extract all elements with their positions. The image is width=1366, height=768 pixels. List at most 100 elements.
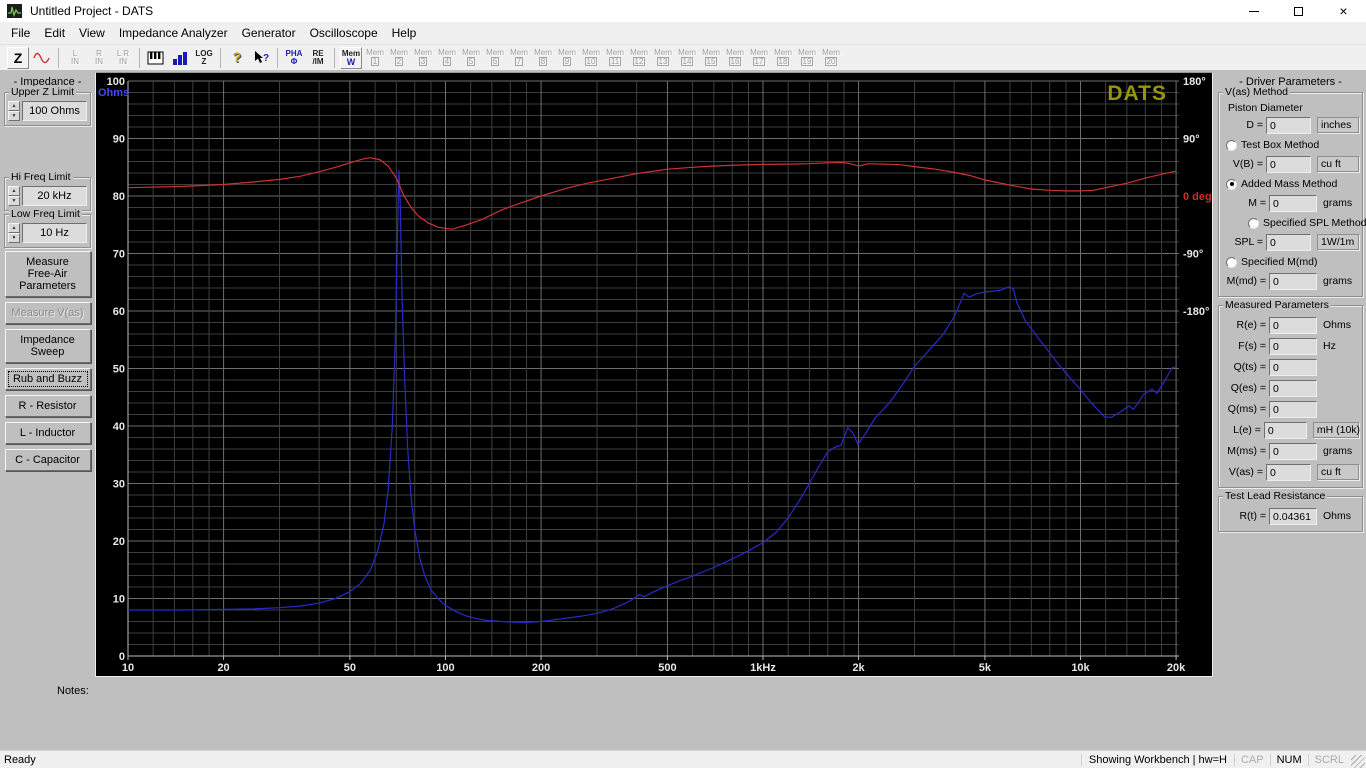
- specified-spl-method-radio[interactable]: Specified SPL Method: [1248, 215, 1359, 231]
- mem-16-button[interactable]: Mem16: [724, 47, 746, 69]
- mms-field[interactable]: 0: [1269, 443, 1317, 460]
- menu-impedance-analyzer[interactable]: Impedance Analyzer: [112, 23, 235, 43]
- memory-waveform-button[interactable]: MemW: [340, 47, 362, 69]
- help-button[interactable]: ?: [226, 47, 248, 69]
- low-freq-limit-spin-down[interactable]: ▼: [8, 233, 20, 243]
- mmd-field-unit: grams: [1323, 275, 1352, 287]
- qes-field[interactable]: 0: [1269, 380, 1317, 397]
- generator-sine-icon[interactable]: [31, 47, 53, 69]
- added-mass-method-radio[interactable]: Added Mass Method: [1226, 176, 1359, 192]
- l-inductor-button[interactable]: L - Inductor: [5, 422, 91, 444]
- mem-14-button[interactable]: Mem14: [676, 47, 698, 69]
- mem-4-button[interactable]: Mem4: [436, 47, 458, 69]
- toolbar-separator: [58, 48, 59, 68]
- mem-17-button[interactable]: Mem17: [748, 47, 770, 69]
- upper-z-limit-spin-down[interactable]: ▼: [8, 111, 20, 121]
- tone-piano-button[interactable]: [145, 47, 167, 69]
- menu-file[interactable]: File: [4, 23, 37, 43]
- menu-help[interactable]: Help: [385, 23, 424, 43]
- impedance-sweep-button[interactable]: Impedance Sweep: [5, 329, 91, 363]
- left-input-button[interactable]: LIN: [64, 47, 86, 69]
- vas-field[interactable]: 0: [1266, 464, 1311, 481]
- toolbar-separator: [334, 48, 335, 68]
- phase-axis-tick: 180°: [1183, 76, 1206, 88]
- hi-freq-limit-value[interactable]: 20 kHz: [22, 186, 87, 206]
- mem-11-button[interactable]: Mem11: [604, 47, 626, 69]
- menu-edit[interactable]: Edit: [37, 23, 72, 43]
- upper-z-limit-spin-up[interactable]: ▲: [8, 101, 20, 111]
- added-mass-field[interactable]: 0: [1269, 195, 1317, 212]
- x-axis-tick: 5k: [979, 662, 992, 674]
- measure-vas-button[interactable]: Measure V(as): [5, 302, 91, 324]
- piston-diameter-field[interactable]: 0: [1266, 117, 1311, 134]
- maximize-button[interactable]: [1276, 0, 1321, 22]
- chart-svg: 0102030405060708090100Ohms10205010020050…: [96, 73, 1212, 676]
- re-field[interactable]: 0: [1269, 317, 1317, 334]
- mem-18-button[interactable]: Mem18: [772, 47, 794, 69]
- close-icon: ×: [1339, 4, 1347, 18]
- y-axis-tick: 40: [113, 421, 125, 433]
- context-help-button[interactable]: ?: [250, 47, 272, 69]
- mem-13-button[interactable]: Mem13: [652, 47, 674, 69]
- spl-field[interactable]: 0: [1266, 234, 1311, 251]
- resize-grip[interactable]: [1351, 755, 1365, 768]
- low-freq-limit-value[interactable]: 10 Hz: [22, 223, 87, 243]
- real-imaginary-button[interactable]: RE/IM: [307, 47, 329, 69]
- box-volume-field[interactable]: 0: [1266, 156, 1311, 173]
- mem-12-button[interactable]: Mem12: [628, 47, 650, 69]
- minimize-button[interactable]: [1231, 0, 1276, 22]
- menu-oscilloscope[interactable]: Oscilloscope: [303, 23, 385, 43]
- specified-spl-method-radio-circle[interactable]: [1248, 218, 1259, 229]
- mem-10-button[interactable]: Mem10: [580, 47, 602, 69]
- mem-15-button[interactable]: Mem15: [700, 47, 722, 69]
- mem-9-button[interactable]: Mem9: [556, 47, 578, 69]
- impedance-z-button[interactable]: Z: [7, 47, 29, 69]
- phase-axis-tick: -90°: [1183, 249, 1203, 261]
- right-input-button[interactable]: RIN: [88, 47, 110, 69]
- mem-8-button[interactable]: Mem8: [532, 47, 554, 69]
- qms-field[interactable]: 0: [1269, 401, 1317, 418]
- fs-field[interactable]: 0: [1269, 338, 1317, 355]
- test-box-method-radio[interactable]: Test Box Method: [1226, 137, 1359, 153]
- left-right-input-button[interactable]: L RIN: [112, 47, 134, 69]
- specified-mmd-radio-circle[interactable]: [1226, 257, 1237, 268]
- mem-3-button[interactable]: Mem3: [412, 47, 434, 69]
- menu-generator[interactable]: Generator: [235, 23, 303, 43]
- mem-20-button[interactable]: Mem20: [820, 47, 842, 69]
- mem-7-button[interactable]: Mem7: [508, 47, 530, 69]
- mem-2-button[interactable]: Mem2: [388, 47, 410, 69]
- log-z-button[interactable]: LOGZ: [193, 47, 215, 69]
- mem-6-button[interactable]: Mem6: [484, 47, 506, 69]
- menu-view[interactable]: View: [72, 23, 112, 43]
- low-freq-limit-spin-up[interactable]: ▲: [8, 223, 20, 233]
- piston-diameter-field-unit: inches: [1317, 117, 1359, 133]
- upper-z-limit-value[interactable]: 100 Ohms: [22, 101, 87, 121]
- mem-5-button[interactable]: Mem5: [460, 47, 482, 69]
- x-axis-tick: 10k: [1071, 662, 1090, 674]
- title-bar: Untitled Project - DATS ×: [0, 0, 1366, 22]
- measure-free-air-button[interactable]: Measure Free-Air Parameters: [5, 251, 91, 297]
- menu-bar: FileEditViewImpedance AnalyzerGeneratorO…: [0, 22, 1366, 44]
- c-capacitor-button[interactable]: C - Capacitor: [5, 449, 91, 471]
- rub-and-buzz-button[interactable]: Rub and Buzz: [5, 368, 91, 390]
- close-button[interactable]: ×: [1321, 0, 1366, 22]
- phase-button[interactable]: PHAΦ: [283, 47, 305, 69]
- mem-1-button[interactable]: Mem1: [364, 47, 386, 69]
- spectrum-bars-button[interactable]: [169, 47, 191, 69]
- added-mass-method-radio-circle[interactable]: [1226, 179, 1237, 190]
- added-mass-field-row: M =0grams: [1222, 193, 1359, 213]
- mmd-field[interactable]: 0: [1269, 273, 1317, 290]
- rt-field[interactable]: 0.04361: [1269, 508, 1317, 525]
- x-axis-tick: 50: [344, 662, 356, 674]
- mem-19-button[interactable]: Mem19: [796, 47, 818, 69]
- hi-freq-limit-spin-down[interactable]: ▼: [8, 196, 20, 206]
- impedance-panel-buttons: Measure Free-Air Parameters Measure V(as)…: [3, 251, 92, 471]
- qts-field[interactable]: 0: [1269, 359, 1317, 376]
- hi-freq-limit-spin-up[interactable]: ▲: [8, 186, 20, 196]
- specified-mmd-radio[interactable]: Specified M(md): [1226, 254, 1359, 270]
- test-box-method-radio-circle[interactable]: [1226, 140, 1237, 151]
- r-resistor-button[interactable]: R - Resistor: [5, 395, 91, 417]
- impedance-chart[interactable]: 0102030405060708090100Ohms10205010020050…: [95, 72, 1213, 677]
- x-axis-tick: 500: [658, 662, 676, 674]
- le-field[interactable]: 0: [1264, 422, 1307, 439]
